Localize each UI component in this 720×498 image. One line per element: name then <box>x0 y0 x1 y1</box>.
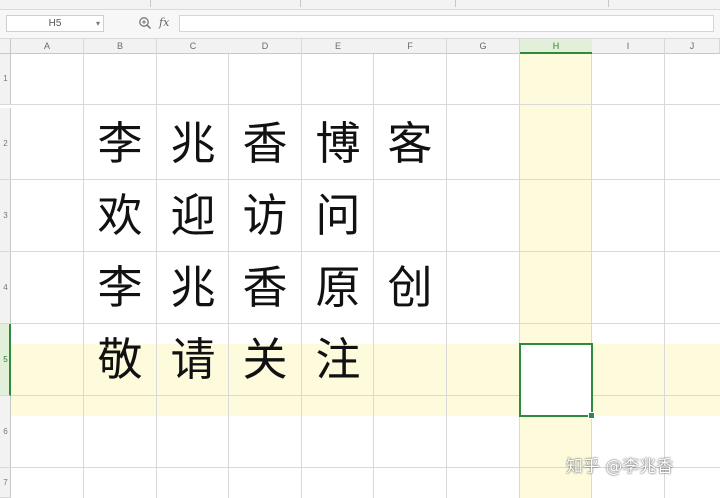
cell-f2[interactable]: 客 <box>374 108 446 180</box>
column-header-c[interactable]: C <box>157 39 230 54</box>
column-header-g[interactable]: G <box>447 39 520 54</box>
row-header-3[interactable]: 3 <box>0 180 11 252</box>
column-header-i[interactable]: I <box>592 39 665 54</box>
cell-b4[interactable]: 李 <box>84 252 156 324</box>
cell-e5[interactable]: 注 <box>302 324 374 396</box>
cell-b3[interactable]: 欢 <box>84 180 156 252</box>
column-gridline <box>446 54 447 498</box>
column-header-b[interactable]: B <box>84 39 157 54</box>
row-header-label: 4 <box>3 282 8 292</box>
select-all-corner[interactable] <box>0 39 11 54</box>
column-header-f[interactable]: F <box>374 39 447 54</box>
cell-e3[interactable]: 问 <box>302 180 374 252</box>
formula-input[interactable] <box>179 15 714 32</box>
row-header-4[interactable]: 4 <box>0 252 11 324</box>
column-gridline <box>519 54 520 498</box>
cell-b2[interactable]: 李 <box>84 108 156 180</box>
row-header-label: 7 <box>3 477 8 487</box>
column-header-d[interactable]: D <box>229 39 302 54</box>
cell-d4[interactable]: 香 <box>229 252 301 324</box>
cell-d5[interactable]: 关 <box>229 324 301 396</box>
row-header-label: 5 <box>3 354 8 364</box>
row-gridline <box>11 104 720 105</box>
row-header-label: 1 <box>3 74 8 83</box>
fx-icon[interactable]: fx <box>159 15 169 31</box>
watermark: 知乎 @李兆香 <box>566 457 674 477</box>
row-header-label: 3 <box>3 210 8 220</box>
cell-c2[interactable]: 兆 <box>157 108 229 180</box>
cell-c5[interactable]: 请 <box>157 324 229 396</box>
ruler-strip <box>0 0 720 10</box>
cell-c4[interactable]: 兆 <box>157 252 229 324</box>
column-header-e[interactable]: E <box>302 39 375 54</box>
selected-cell[interactable] <box>519 343 595 419</box>
cell-e2[interactable]: 博 <box>302 108 374 180</box>
chevron-down-icon[interactable]: ▾ <box>96 16 100 31</box>
column-header-j[interactable]: J <box>665 39 720 54</box>
row-header-label: 2 <box>3 138 8 148</box>
column-gridline <box>591 54 592 498</box>
active-column-highlight <box>520 54 592 498</box>
cell-e4[interactable]: 原 <box>302 252 374 324</box>
row-header-5[interactable]: 5 <box>0 324 11 396</box>
column-header-h[interactable]: H <box>520 39 593 54</box>
column-gridline <box>664 54 665 498</box>
cell-c3[interactable]: 迎 <box>157 180 229 252</box>
zoom-icon[interactable] <box>138 16 152 30</box>
cell-f4[interactable]: 创 <box>374 252 446 324</box>
cell-d3[interactable]: 访 <box>229 180 301 252</box>
row-header-label: 6 <box>3 426 8 436</box>
row-header-1[interactable]: 1 <box>0 54 11 105</box>
fill-handle[interactable] <box>588 412 595 419</box>
spreadsheet-grid[interactable]: ABCDEFGHIJ 1234567 李兆香博客欢迎访问李兆香原创敬请关注 <box>0 39 720 498</box>
formula-bar: H5 ▾ fx <box>0 10 720 39</box>
cell-b5[interactable]: 敬 <box>84 324 156 396</box>
row-header-6[interactable]: 6 <box>0 396 11 468</box>
name-box[interactable]: H5 ▾ <box>6 15 104 32</box>
cell-d2[interactable]: 香 <box>229 108 301 180</box>
name-box-value: H5 <box>48 18 62 29</box>
row-header-2[interactable]: 2 <box>0 108 11 180</box>
column-header-a[interactable]: A <box>11 39 84 54</box>
row-header-7[interactable]: 7 <box>0 468 11 498</box>
